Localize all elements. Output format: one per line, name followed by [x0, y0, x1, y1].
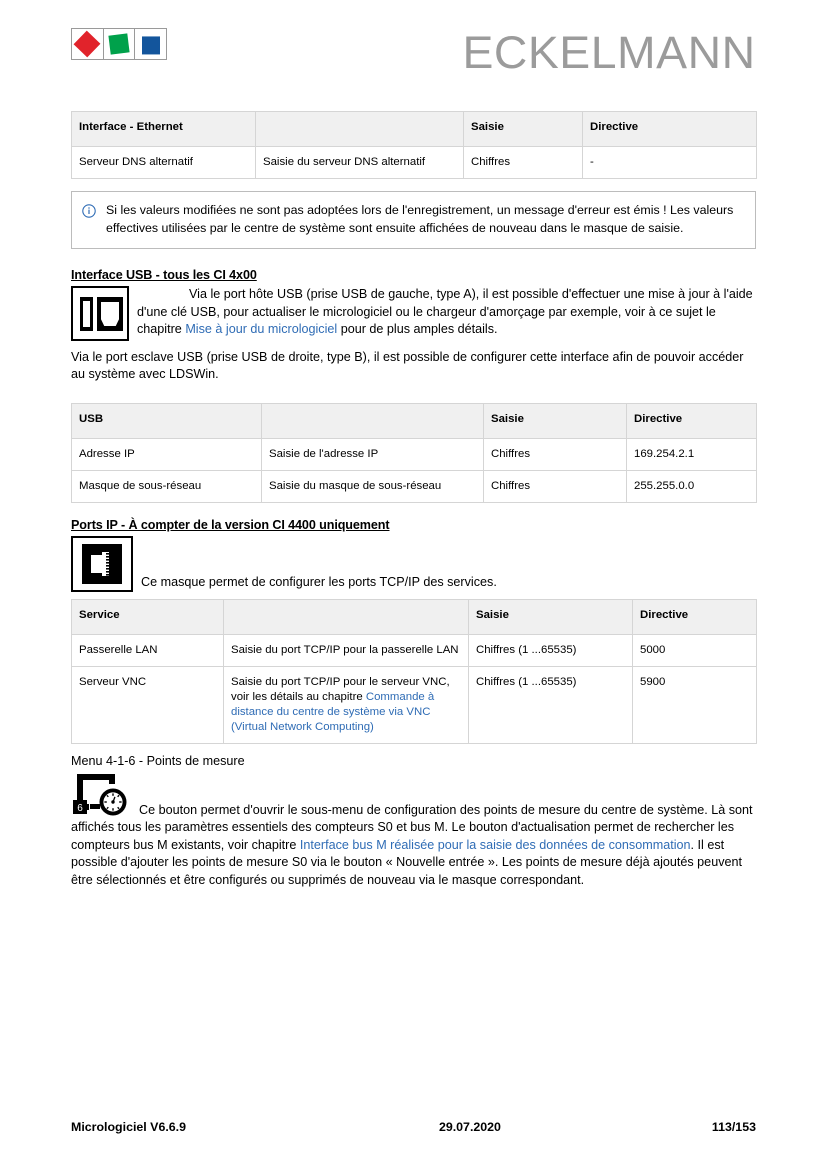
column-header-directive: Directive	[632, 598, 757, 635]
cell-directive: 255.255.0.0	[626, 469, 757, 503]
cell-description: Saisie du port TCP/IP pour la passerelle…	[223, 633, 469, 667]
measuring-points-gauge-icon: 6	[71, 770, 133, 818]
info-note-text: Si les valeurs modifiées ne sont pas ado…	[106, 203, 734, 235]
usb-table: USB Saisie Directive Adresse IP Saisie d…	[71, 402, 757, 503]
measuring-points-section: Menu 4-1-6 - Points de mesure 6 Ce bouto…	[71, 754, 756, 890]
table-row: Serveur DNS alternatif Saisie du serveur…	[71, 146, 757, 179]
cell-saisie: Chiffres (1 ...65535)	[468, 633, 633, 667]
column-header-usb: USB	[71, 402, 262, 439]
cell-service: Serveur VNC	[71, 665, 224, 744]
column-header-interface: Interface - Ethernet	[71, 111, 256, 147]
column-header-service: Service	[71, 598, 224, 635]
cell-directive: -	[582, 146, 757, 179]
footer-date: 29.07.2020	[438, 1120, 501, 1134]
table-row: Masque de sous-réseau Saisie du masque d…	[71, 469, 757, 503]
table-header-row: USB Saisie Directive	[71, 402, 757, 439]
usb-intro-block: Via le port hôte USB (prise USB de gauch…	[71, 286, 756, 392]
logo-cell-red	[72, 29, 104, 59]
cell-saisie: Chiffres	[463, 146, 583, 179]
ports-intro-text: Ce masque permet de configurer les ports…	[141, 574, 497, 589]
green-square-icon	[108, 33, 130, 55]
logo-cell-green	[104, 29, 136, 59]
services-ports-table: Service Saisie Directive Passerelle LAN …	[71, 598, 757, 744]
m-bus-interface-link[interactable]: Interface bus M réalisée pour la saisie …	[300, 838, 691, 852]
column-header-saisie: Saisie	[483, 402, 627, 439]
cell-parameter: Serveur DNS alternatif	[71, 146, 256, 179]
column-header-blank	[223, 598, 469, 635]
rj45-port-icon	[71, 535, 133, 592]
eckelmann-logo	[71, 28, 167, 60]
cell-saisie: Chiffres	[483, 469, 627, 503]
ethernet-interface-table: Interface - Ethernet Saisie Directive Se…	[71, 111, 757, 179]
red-diamond-icon	[73, 30, 101, 58]
blue-square-icon	[141, 36, 160, 55]
usb-para1-text-b: pour de plus amples détails.	[337, 322, 498, 336]
page-header: ECKELMANN	[71, 0, 756, 78]
document-page: ECKELMANN Interface - Ethernet Saisie Di…	[0, 0, 827, 1169]
ports-ip-section: Ports IP - À compter de la version CI 44…	[71, 517, 757, 744]
column-header-blank	[255, 111, 464, 147]
cell-service: Passerelle LAN	[71, 633, 224, 667]
cell-description: Saisie du masque de sous-réseau	[261, 469, 484, 503]
usb-type-a-port-shape	[80, 297, 93, 331]
page-footer: Micrologiciel V6.6.9 29.07.2020 113/153	[71, 1120, 756, 1134]
usb-ports-icon	[71, 286, 129, 341]
ports-intro-block: Ce masque permet de configurer les ports…	[71, 535, 756, 592]
brand-wordmark: ECKELMANN	[462, 27, 756, 78]
cell-directive: 169.254.2.1	[626, 437, 757, 471]
info-circle-icon	[82, 204, 96, 218]
measuring-points-block: 6 Ce bouton permet d'ouvrir le sous-menu…	[71, 770, 756, 890]
usb-section-heading: Interface USB - tous les CI 4x00	[71, 268, 257, 282]
usb-type-b-port-shape	[97, 297, 123, 331]
column-header-blank	[261, 402, 484, 439]
measuring-points-paragraph: Ce bouton permet d'ouvrir le sous-menu d…	[71, 770, 756, 890]
cell-directive: 5000	[632, 633, 757, 667]
cell-directive: 5900	[632, 665, 757, 744]
usb-section: Interface USB - tous les CI 4x00 Via le …	[71, 268, 757, 503]
table-header-row: Interface - Ethernet Saisie Directive	[71, 111, 757, 147]
column-header-directive: Directive	[582, 111, 757, 147]
cell-parameter: Masque de sous-réseau	[71, 469, 262, 503]
logo-cell-blue	[135, 29, 166, 59]
footer-firmware-version: Micrologiciel V6.6.9	[71, 1120, 187, 1134]
cell-saisie: Chiffres	[483, 437, 627, 471]
firmware-update-link[interactable]: Mise à jour du micrologiciel	[185, 322, 337, 336]
svg-text:6: 6	[77, 803, 83, 814]
cell-saisie: Chiffres (1 ...65535)	[468, 665, 633, 744]
info-note-box: Si les valeurs modifiées ne sont pas ado…	[71, 191, 756, 249]
cell-description: Saisie du serveur DNS alternatif	[255, 146, 464, 179]
column-header-directive: Directive	[626, 402, 757, 439]
measuring-points-heading: Menu 4-1-6 - Points de mesure	[71, 753, 245, 768]
cell-description: Saisie du port TCP/IP pour le serveur VN…	[223, 665, 469, 744]
column-header-saisie: Saisie	[468, 598, 633, 635]
usb-paragraph-2: Via le port esclave USB (prise USB de dr…	[71, 349, 744, 382]
column-header-saisie: Saisie	[463, 111, 583, 147]
cell-description-text: Saisie du port TCP/IP pour la passerelle…	[231, 643, 459, 656]
cell-description: Saisie de l'adresse IP	[261, 437, 484, 471]
ports-section-heading: Ports IP - À compter de la version CI 44…	[71, 517, 390, 532]
table-row: Adresse IP Saisie de l'adresse IP Chiffr…	[71, 437, 757, 471]
cell-parameter: Adresse IP	[71, 437, 262, 471]
table-row: Serveur VNC Saisie du port TCP/IP pour l…	[71, 665, 757, 744]
footer-page-number: 113/153	[711, 1120, 756, 1134]
table-row: Passerelle LAN Saisie du port TCP/IP pou…	[71, 633, 757, 667]
usb-paragraph-1: Via le port hôte USB (prise USB de gauch…	[71, 286, 756, 339]
table-header-row: Service Saisie Directive	[71, 598, 757, 635]
